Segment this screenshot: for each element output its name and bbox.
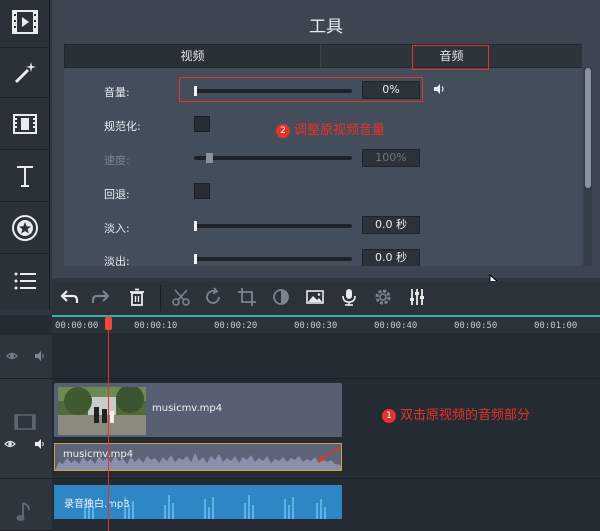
track-header-music xyxy=(0,479,52,531)
fade-out-slider-knob[interactable] xyxy=(194,254,197,264)
crop-button[interactable] xyxy=(232,283,262,313)
scrollbar-thumb[interactable] xyxy=(585,68,591,188)
speed-slider xyxy=(194,153,352,163)
toolbar-separator xyxy=(160,285,161,311)
sidebar-transitions-button[interactable] xyxy=(0,102,50,150)
music-note-icon xyxy=(16,501,34,526)
color-adjust-button[interactable] xyxy=(266,283,296,313)
tab-video[interactable]: 视频 xyxy=(65,45,321,67)
fade-out-value-field[interactable]: 0.0 秒 xyxy=(362,249,420,266)
undo-icon xyxy=(59,287,79,310)
tick-label: 00:00:00 xyxy=(55,321,99,331)
clip-transition-icon xyxy=(10,109,40,142)
settings-button[interactable] xyxy=(368,283,398,313)
video-clip-name: musicmv.mp4 xyxy=(152,403,223,414)
delete-icon xyxy=(127,287,147,310)
fade-in-value-field[interactable]: 0.0 秒 xyxy=(362,216,420,234)
panel-tabs: 视频 音频 xyxy=(64,44,582,68)
fade-in-slider-knob[interactable] xyxy=(194,221,197,231)
sidebar-titles-button[interactable] xyxy=(0,154,50,202)
cut-icon xyxy=(171,287,191,310)
volume-label: 音量: xyxy=(104,86,130,99)
tick-label: 00:01:00 xyxy=(534,321,578,331)
sidebar-stickers-button[interactable] xyxy=(0,206,50,254)
tools-panel: 工具 视频 音频 音量: 0% 规范化: 速度: 100% 回退: 淡入: 0.… xyxy=(52,0,600,278)
text-icon xyxy=(10,161,40,194)
color-adjust-icon xyxy=(271,287,291,310)
sticker-star-icon xyxy=(10,213,40,246)
film-icon xyxy=(10,7,40,40)
fade-in-slider[interactable] xyxy=(194,221,352,231)
track-header-overlay xyxy=(0,335,52,379)
tick-label: 00:00:40 xyxy=(374,321,418,331)
image-button[interactable] xyxy=(300,283,330,313)
tick-label: 00:00:50 xyxy=(454,321,498,331)
tool-sidebar xyxy=(0,0,50,310)
normalize-label: 规范化: xyxy=(104,120,141,133)
undo-button[interactable] xyxy=(54,283,84,313)
audio-tab-highlight xyxy=(412,45,489,70)
annotation-step-1: 1 双击原视频的音频部分 xyxy=(382,404,530,423)
annotation-step-2-text: 调整原视频音量 xyxy=(294,123,386,138)
playhead-handle[interactable] xyxy=(105,317,112,330)
normalize-checkbox[interactable] xyxy=(194,116,210,132)
fade-out-slider[interactable] xyxy=(194,254,352,264)
tick-label: 00:00:30 xyxy=(294,321,338,331)
volume-row-highlight xyxy=(179,77,423,102)
eye-icon[interactable] xyxy=(6,351,18,364)
fade-out-label: 淡出: xyxy=(104,255,130,266)
arrow-icon xyxy=(313,446,341,467)
rotate-icon xyxy=(203,286,223,310)
list-icon xyxy=(10,266,40,299)
eye-icon[interactable] xyxy=(4,439,16,452)
music-clip[interactable]: 录音独白.mp3 xyxy=(54,485,342,519)
magic-wand-icon xyxy=(10,57,40,90)
edit-toolbar xyxy=(52,281,600,315)
panel-title: 工具 xyxy=(309,17,343,37)
annotation-step-2: 2 调整原视频音量 xyxy=(276,119,385,138)
settings-icon xyxy=(373,287,393,310)
speaker-icon[interactable] xyxy=(34,350,46,365)
tick-label: 00:00:20 xyxy=(214,321,258,331)
video-clip[interactable]: musicmv.mp4 xyxy=(54,383,342,437)
speaker-icon[interactable] xyxy=(34,438,46,453)
video-clip-thumbnail xyxy=(58,387,146,435)
video-track-icon xyxy=(14,414,36,433)
timeline: 00:00:00 00:00:10 00:00:20 00:00:30 00:0… xyxy=(0,315,600,531)
image-icon xyxy=(305,287,325,310)
step-number-1: 1 xyxy=(382,409,396,423)
redo-icon xyxy=(91,287,111,310)
speed-value-field: 100% xyxy=(362,149,420,167)
microphone-icon xyxy=(339,287,359,310)
step-number-2: 2 xyxy=(276,124,290,138)
track-header-video xyxy=(0,379,52,479)
sidebar-filters-button[interactable] xyxy=(0,50,50,98)
speaker-icon[interactable] xyxy=(432,82,446,99)
speed-slider-knob xyxy=(206,153,213,163)
fade-in-label: 淡入: xyxy=(104,222,130,235)
crop-icon xyxy=(237,287,257,310)
tick-label: 00:00:10 xyxy=(134,321,178,331)
reverse-label: 回退: xyxy=(104,188,130,201)
playhead-line[interactable] xyxy=(108,315,109,531)
sidebar-import-button[interactable] xyxy=(0,0,50,48)
speed-label: 速度: xyxy=(104,154,130,167)
record-audio-button[interactable] xyxy=(334,283,364,313)
video-audio-clip[interactable]: musicmv.mp4 xyxy=(54,443,342,471)
audio-properties-button[interactable] xyxy=(402,283,432,313)
video-audio-clip-name: musicmv.mp4 xyxy=(63,449,134,460)
annotation-step-1-text: 双击原视频的音频部分 xyxy=(400,408,531,423)
reverse-checkbox[interactable] xyxy=(194,183,210,199)
track-overlay[interactable] xyxy=(52,335,600,379)
sidebar-more-button[interactable] xyxy=(0,258,50,306)
time-ruler[interactable]: 00:00:00 00:00:10 00:00:20 00:00:30 00:0… xyxy=(52,315,600,333)
cut-button[interactable] xyxy=(166,283,196,313)
equalizer-icon xyxy=(407,287,427,310)
music-clip-name: 录音独白.mp3 xyxy=(64,499,130,510)
delete-button[interactable] xyxy=(122,283,152,313)
redo-button[interactable] xyxy=(86,283,116,313)
rotate-button[interactable] xyxy=(198,283,228,313)
properties-scrollbar[interactable] xyxy=(584,68,592,266)
